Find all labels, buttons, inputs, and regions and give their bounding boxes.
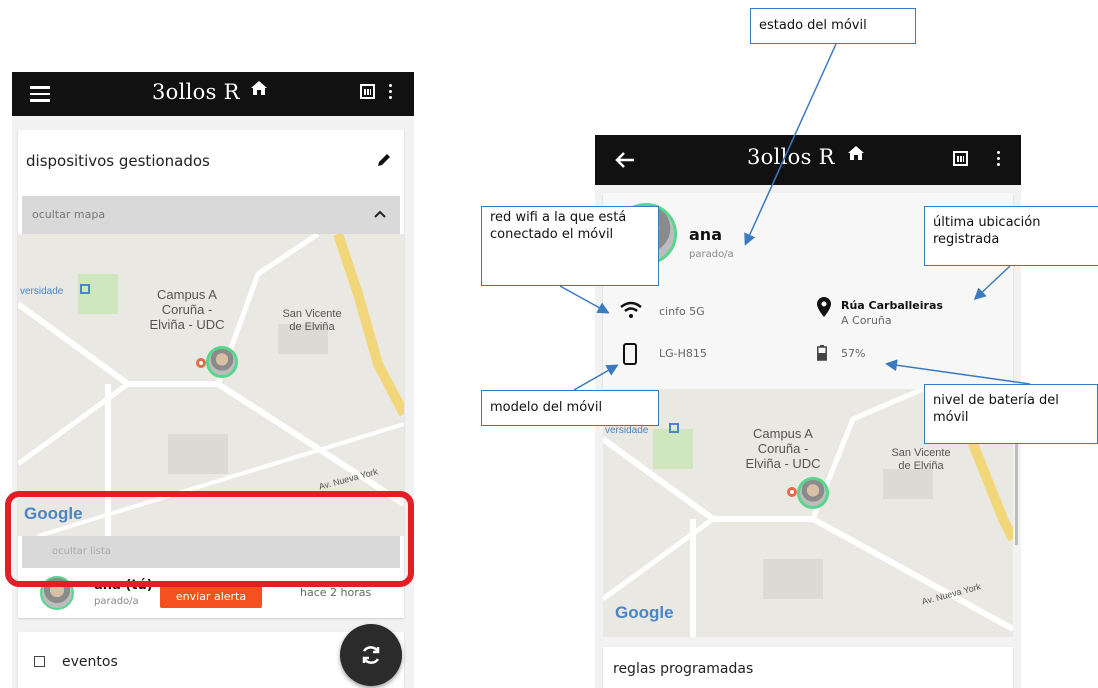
edit-icon[interactable] [376,152,392,168]
chevron-up-icon [374,210,386,218]
left-phone-screen: 3ollos R dispositivos gestionados oculta… [12,72,414,688]
home-icon[interactable] [250,80,268,96]
home-icon-right[interactable] [847,145,865,161]
events-label: eventos [62,654,118,670]
profile-name: ana [689,225,722,244]
device-model: LG-H815 [659,347,707,360]
map-label-san-vicente: San Vicente de Elviña [282,308,342,333]
device-time: hace 2 horas [300,586,372,599]
hide-map-bar[interactable]: ocultar mapa [22,196,400,234]
google-logo-right: Google [615,603,674,622]
university-icon [80,284,90,294]
app-bar: 3ollos R [12,72,414,116]
location-street: Rúa Carballeiras [841,299,943,312]
user-avatar-marker-right[interactable] [797,477,829,509]
calendar-small-icon [34,656,45,667]
annotation-red-wifi: red wifi a la que está conectado el móvi… [481,206,659,286]
battery-level: 57% [841,347,866,360]
refresh-button[interactable] [340,624,402,686]
map-label-san-vicente-right: San Vicente de Elviña [891,447,951,472]
more-options-icon-right[interactable] [997,151,1001,169]
calendar-icon-right[interactable] [953,151,968,166]
scheduled-rules-card[interactable]: reglas programadas [603,647,1013,688]
more-options-icon[interactable] [389,84,393,102]
annotation-estado: estado del móvil [750,8,916,44]
user-avatar-marker[interactable] [206,346,238,378]
wifi-icon [620,301,642,318]
calendar-icon[interactable] [360,84,375,99]
app-bar-right: 3ollos R [595,135,1021,185]
battery-icon [817,345,827,361]
refresh-icon [362,646,380,664]
profile-status: parado/a [689,249,734,260]
app-title: 3ollos R [152,80,240,104]
phone-icon [623,343,637,365]
map-label-campus-right: Campus A Coruña - Elviña - UDC [745,426,821,471]
device-status: parado/a [94,596,139,607]
location-pin-icon [196,358,206,368]
annotation-bateria: nivel de batería del móvil [924,384,1098,444]
rules-label: reglas programadas [613,661,754,677]
annotation-modelo: modelo del móvil [481,390,659,426]
university-icon-right [669,423,679,433]
location-city: A Coruña [841,314,892,327]
location-pin-icon-right [787,487,797,497]
wifi-name: cinfo 5G [659,305,705,318]
back-arrow-icon[interactable] [615,151,635,169]
app-title-right: 3ollos R [747,145,835,169]
annotation-ubicacion: última ubicación registrada [924,206,1098,266]
highlight-box [5,491,414,587]
card-title: dispositivos gestionados [26,152,210,170]
location-icon [817,297,831,317]
map-label-versidade-right: versidade [605,425,649,436]
hide-map-label: ocultar mapa [32,208,106,221]
send-alert-button[interactable]: enviar alerta [160,586,262,608]
map-label-versidade: versidade [20,286,64,297]
map-label-campus: Campus A Coruña - Elviña - UDC [149,287,225,332]
menu-icon[interactable] [30,86,50,102]
